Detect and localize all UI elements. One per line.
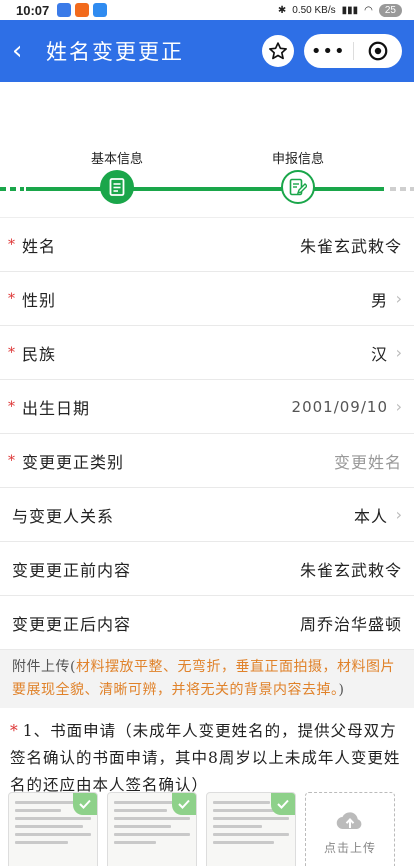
required-marker: * <box>10 722 19 740</box>
signal-icon: ▮▮▮ <box>341 4 359 16</box>
required-marker: * <box>8 452 15 469</box>
uploaded-image-thumbnail[interactable] <box>107 792 197 866</box>
wifi-icon: ◠ <box>364 4 373 16</box>
form-row-ethnicity[interactable]: * 民族 汉 › <box>0 326 414 380</box>
step-declare-info: 申报信息 <box>258 148 338 204</box>
navigation-bar: ‹ 姓名变更更正 ••• <box>0 20 414 82</box>
more-menu-button[interactable]: ••• <box>304 41 353 62</box>
field-value: 朱雀玄武敕令 <box>299 560 402 580</box>
field-value: 本人 <box>353 506 388 526</box>
required-marker: * <box>8 236 15 253</box>
close-target-icon <box>368 41 388 61</box>
form-row-birthdate[interactable]: * 出生日期 2001/09/10 › <box>0 380 414 434</box>
form-row-change-type[interactable]: * 变更更正类别 变更姓名 <box>0 434 414 488</box>
check-icon <box>73 793 97 815</box>
back-arrow-icon[interactable]: ‹ <box>12 36 40 66</box>
app-notification-icon <box>75 3 90 17</box>
form-row-gender[interactable]: * 性别 男 › <box>0 272 414 326</box>
status-bar: 10:07 ✱ 0.50 KB/s ▮▮▮ ◠ 25 <box>0 0 414 20</box>
check-icon <box>271 793 295 815</box>
field-label: 与变更人关系 <box>12 506 115 526</box>
favorite-button[interactable] <box>262 35 294 67</box>
field-value: 变更姓名 <box>333 452 402 472</box>
upload-thumbnails: 点击上传 <box>8 792 408 866</box>
form-row-name: * 姓名 朱雀玄武敕令 <box>0 218 414 272</box>
field-value: 2001/09/10 <box>291 397 388 416</box>
field-label: 姓名 <box>22 236 57 256</box>
field-label: 变更更正后内容 <box>12 614 132 634</box>
attachment-prefix: 附件上传( <box>12 659 76 675</box>
requirement-text: 1、书面申请（未成年人变更姓名的，提供父母双方签名确认的书面申请，其中8周岁以上… <box>10 722 401 794</box>
app-notification-icon <box>93 3 108 17</box>
field-label: 民族 <box>22 344 57 364</box>
step-circle <box>281 170 315 204</box>
status-time: 10:07 <box>16 2 50 18</box>
required-marker: * <box>8 344 15 361</box>
step-label: 基本信息 <box>90 152 143 167</box>
field-value: 朱雀玄武敕令 <box>299 236 402 256</box>
step-basic-info: 基本信息 <box>77 148 157 204</box>
form-row-before-content: 变更更正前内容 朱雀玄武敕令 <box>0 542 414 596</box>
chevron-right-icon: › <box>395 289 402 308</box>
document-icon <box>109 178 125 196</box>
check-icon <box>172 793 196 815</box>
app-notification-icon <box>57 3 72 17</box>
step-label: 申报信息 <box>271 152 324 167</box>
field-label: 性别 <box>22 290 57 310</box>
close-button[interactable] <box>354 40 403 62</box>
bluetooth-icon: ✱ <box>277 4 287 16</box>
progress-steps: 基本信息 申报信息 <box>0 82 414 217</box>
attachment-notice: 附件上传(材料摆放平整、无弯折，垂直正面拍摄，材料图片要展现全貌、清晰可辨，并将… <box>0 650 414 708</box>
chevron-right-icon: › <box>395 397 402 416</box>
attachment-suffix: ) <box>338 682 345 698</box>
edit-document-icon <box>289 178 307 196</box>
form-row-relationship[interactable]: 与变更人关系 本人 › <box>0 488 414 542</box>
cloud-upload-icon <box>336 811 362 829</box>
network-speed: 0.50 KB/s <box>292 4 336 16</box>
field-value: 周乔治华盛顿 <box>299 614 402 634</box>
mini-program-capsule: ••• <box>304 34 402 68</box>
field-label: 变更更正类别 <box>22 452 125 472</box>
page-title: 姓名变更更正 <box>46 40 184 64</box>
battery-indicator: 25 <box>378 3 402 17</box>
step-circle <box>100 170 134 204</box>
star-icon <box>269 42 287 60</box>
upload-button[interactable]: 点击上传 <box>305 792 395 866</box>
field-label: 出生日期 <box>22 398 91 418</box>
form-row-after-content[interactable]: 变更更正后内容 周乔治华盛顿 <box>0 596 414 650</box>
uploaded-image-thumbnail[interactable] <box>8 792 98 866</box>
required-marker: * <box>8 290 15 307</box>
field-value: 汉 <box>370 344 388 364</box>
field-value: 男 <box>370 290 388 310</box>
upload-label: 点击上传 <box>323 840 376 855</box>
status-indicators: ✱ 0.50 KB/s ▮▮▮ ◠ 25 <box>277 3 402 17</box>
required-marker: * <box>8 398 15 415</box>
form-list: * 姓名 朱雀玄武敕令 * 性别 男 › * 民族 汉 › * 出生日期 200… <box>0 217 414 650</box>
chevron-right-icon: › <box>395 505 402 524</box>
field-label: 变更更正前内容 <box>12 560 132 580</box>
progress-line <box>0 187 414 191</box>
chevron-right-icon: › <box>395 343 402 362</box>
uploaded-image-thumbnail[interactable] <box>206 792 296 866</box>
